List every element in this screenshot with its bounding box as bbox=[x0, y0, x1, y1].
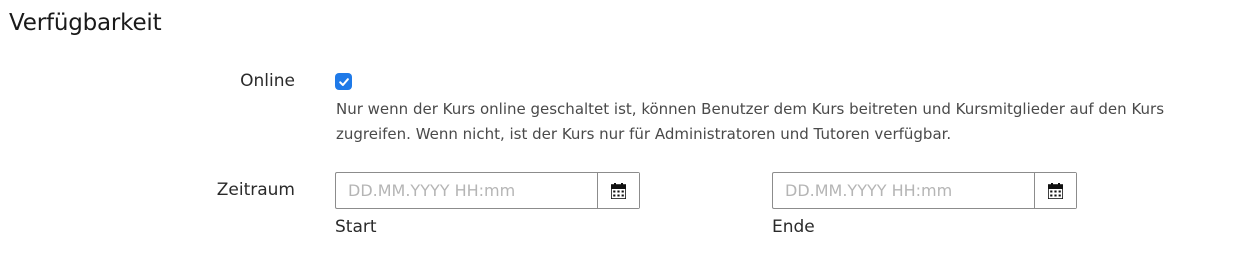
end-date-group bbox=[772, 172, 1077, 209]
end-calendar-button[interactable] bbox=[1034, 173, 1076, 208]
online-help-line: Nur wenn der Kurs online geschaltet ist,… bbox=[336, 100, 1165, 118]
start-date-caption: Start bbox=[335, 217, 377, 237]
online-label: Online bbox=[240, 71, 295, 91]
section-title: Verfügbarkeit bbox=[9, 10, 162, 36]
end-date-caption: Ende bbox=[772, 217, 815, 237]
start-date-input[interactable] bbox=[336, 173, 597, 208]
checkmark-icon bbox=[338, 77, 349, 86]
online-help-line: zugreifen. Wenn nicht, ist der Kurs nur … bbox=[336, 125, 952, 143]
calendar-icon bbox=[1048, 182, 1063, 199]
start-calendar-button[interactable] bbox=[597, 173, 639, 208]
online-help-text: Nur wenn der Kurs online geschaltet ist,… bbox=[336, 97, 1216, 147]
end-date-input[interactable] bbox=[773, 173, 1034, 208]
period-label: Zeitraum bbox=[216, 180, 295, 200]
calendar-icon bbox=[611, 182, 626, 199]
online-checkbox[interactable] bbox=[335, 73, 352, 90]
start-date-group bbox=[335, 172, 640, 209]
